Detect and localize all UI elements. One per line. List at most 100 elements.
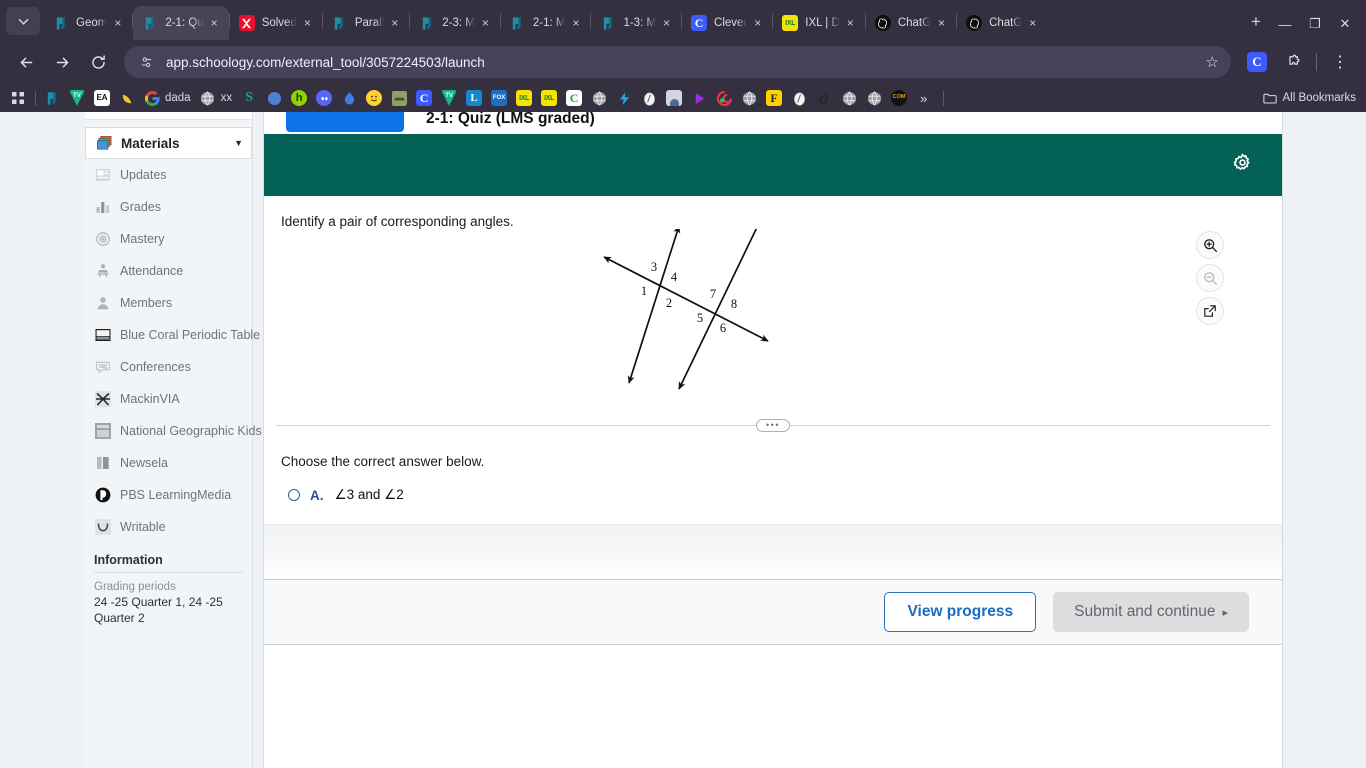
tab-close-icon[interactable]: × — [386, 15, 403, 32]
chrome-menu-icon[interactable]: ⋮ — [1325, 47, 1355, 77]
sidebar-item-members[interactable]: Members — [85, 287, 252, 319]
bookmark-item[interactable]: F — [766, 90, 783, 106]
sidebar-item-national-geographic-kids[interactable]: National Geographic Kids — [85, 415, 262, 447]
bookmark-item[interactable]: TV — [441, 90, 458, 106]
bookmark-item[interactable] — [791, 90, 807, 106]
sidebar-item-materials[interactable]: Materials ▼ — [85, 127, 252, 159]
bookmark-item[interactable]: h — [291, 90, 308, 106]
apps-grid-icon[interactable] — [10, 90, 26, 106]
tab-close-icon[interactable]: × — [749, 15, 766, 32]
gear-icon[interactable] — [1233, 153, 1252, 177]
bookmark-item[interactable] — [366, 90, 383, 106]
bookmark-item[interactable] — [266, 90, 282, 106]
bookmark-item[interactable] — [44, 90, 60, 106]
browser-tab[interactable]: 1-3: M × — [591, 6, 681, 40]
tab-close-icon[interactable]: × — [206, 15, 223, 32]
bookmark-item[interactable]: dada — [144, 90, 191, 106]
close-window-button[interactable]: ✕ — [1330, 16, 1360, 32]
bookmark-item[interactable]: IXL — [516, 90, 533, 106]
bookmark-item[interactable]: TV — [69, 90, 85, 106]
bookmark-item[interactable] — [391, 90, 407, 106]
bookmark-item[interactable] — [316, 90, 333, 106]
new-tab-button[interactable]: + — [1242, 8, 1270, 36]
browser-toolbar: app.schoology.com/external_tool/30572245… — [0, 40, 1366, 84]
browser-tab[interactable]: C Clever × — [682, 6, 772, 40]
bookmark-item[interactable]: FOX — [491, 90, 508, 106]
bookmark-item[interactable] — [591, 90, 607, 106]
primary-action-button[interactable] — [286, 112, 404, 132]
bookmark-item[interactable] — [341, 90, 357, 106]
splitter-handle[interactable]: ••• — [756, 419, 790, 432]
browser-tab[interactable]: ChatG × — [866, 6, 956, 40]
sidebar-item-blue-coral-periodic-table[interactable]: Blue Coral Periodic Table — [85, 319, 260, 351]
tab-search-button[interactable] — [6, 7, 40, 35]
bookmark-item[interactable] — [616, 90, 632, 106]
url-text[interactable]: app.schoology.com/external_tool/30572245… — [166, 55, 485, 70]
tab-close-icon[interactable]: × — [933, 15, 950, 32]
bookmark-item[interactable] — [866, 90, 882, 106]
forward-icon[interactable] — [47, 47, 77, 77]
sidebar-item-conferences[interactable]: Conferences — [85, 351, 252, 383]
submit-and-continue-button[interactable]: Submit and continue ▸ — [1053, 592, 1249, 632]
sidebar-item-attendance[interactable]: Attendance — [85, 255, 252, 287]
figure-splitter[interactable]: ••• — [276, 419, 1270, 432]
address-bar[interactable]: app.schoology.com/external_tool/30572245… — [124, 46, 1231, 78]
tab-close-icon[interactable]: × — [109, 15, 126, 32]
sidebar-item-mastery[interactable]: Mastery — [85, 223, 252, 255]
browser-tab[interactable]: ChatG × — [957, 6, 1047, 40]
tab-close-icon[interactable]: × — [299, 15, 316, 32]
bookmark-item[interactable] — [741, 90, 757, 106]
reload-icon[interactable] — [83, 47, 113, 77]
bookmark-item[interactable]: IXL — [541, 90, 558, 106]
sidebar-item-writable[interactable]: Writable — [85, 511, 252, 543]
minimize-button[interactable]: — — [1270, 17, 1300, 32]
browser-tab[interactable]: Solved × — [230, 6, 322, 40]
bookmark-item[interactable] — [119, 90, 135, 106]
pbs-icon — [94, 486, 112, 504]
browser-tab[interactable]: IXL IXL | D × — [773, 6, 865, 40]
answer-radio[interactable] — [288, 489, 300, 501]
scroll-filler — [264, 524, 1282, 579]
browser-tab[interactable]: Parall × — [323, 6, 409, 40]
bookmark-item[interactable] — [666, 90, 683, 106]
view-progress-button[interactable]: View progress — [884, 592, 1037, 632]
tab-close-icon[interactable]: × — [658, 15, 675, 32]
sidebar-item-mackinvia[interactable]: MackinVIA — [85, 383, 252, 415]
tab-close-icon[interactable]: × — [477, 15, 494, 32]
sidebar-item-updates[interactable]: Updates — [85, 159, 252, 191]
bookmark-item[interactable] — [691, 90, 707, 106]
sidebar-item-grades[interactable]: Grades — [85, 191, 252, 223]
toolbar-divider — [1316, 53, 1317, 71]
site-settings-icon[interactable] — [134, 50, 158, 74]
back-icon[interactable] — [11, 47, 41, 77]
bookmarks-overflow-icon[interactable]: » — [920, 91, 927, 106]
tab-close-icon[interactable]: × — [842, 15, 859, 32]
bookmark-item[interactable] — [716, 90, 732, 106]
tab-close-icon[interactable]: × — [1024, 15, 1041, 32]
chevron-down-icon[interactable]: ▼ — [234, 138, 243, 148]
browser-tab[interactable]: 2-3: M × — [410, 6, 500, 40]
bookmark-item[interactable] — [641, 90, 657, 106]
sidebar-items: Updates Grades Mastery Attendance Members Blu… — [85, 159, 262, 543]
maximize-button[interactable]: ❐ — [1300, 16, 1330, 32]
bookmark-item[interactable]: COM — [891, 90, 908, 106]
browser-tab-active[interactable]: 2-1: Qu × — [133, 6, 229, 40]
sidebar-item-newsela[interactable]: Newsela — [85, 447, 252, 479]
bookmark-item[interactable] — [816, 90, 832, 106]
bookmark-item[interactable]: EA — [94, 90, 110, 106]
bookmark-item[interactable]: C — [566, 90, 583, 106]
bookmark-item[interactable]: L — [466, 90, 483, 106]
browser-tab[interactable]: Geom × — [44, 6, 132, 40]
sidebar-item-pbs-learningmedia[interactable]: PBS LearningMedia — [85, 479, 252, 511]
bookmark-item[interactable]: S — [241, 90, 257, 106]
browser-tab[interactable]: 2-1: M × — [501, 6, 591, 40]
bookmark-item[interactable]: xx — [200, 90, 232, 106]
all-bookmarks-button[interactable]: All Bookmarks — [1262, 90, 1356, 106]
bookmark-star-icon[interactable]: ☆ — [1200, 53, 1225, 71]
extensions-puzzle-icon[interactable] — [1278, 47, 1308, 77]
tab-close-icon[interactable]: × — [567, 15, 584, 32]
bookmark-item[interactable] — [841, 90, 857, 106]
answer-option[interactable]: A. ∠3 and ∠2 — [264, 469, 1282, 503]
bookmark-item[interactable]: C — [416, 90, 433, 106]
extension-clever-icon[interactable]: C — [1242, 47, 1272, 77]
